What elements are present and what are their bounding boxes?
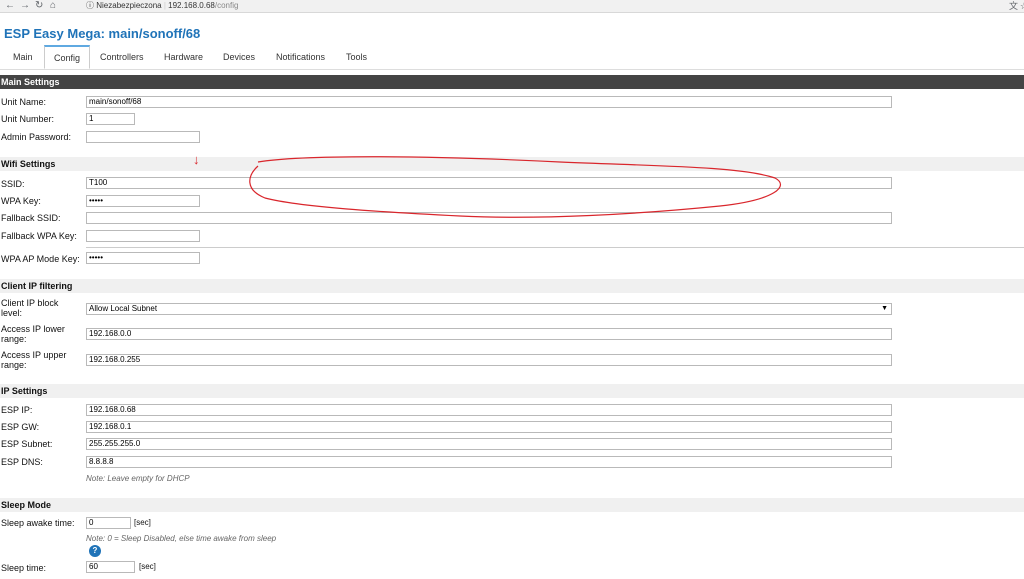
red-circle-annotation [249, 156, 781, 218]
